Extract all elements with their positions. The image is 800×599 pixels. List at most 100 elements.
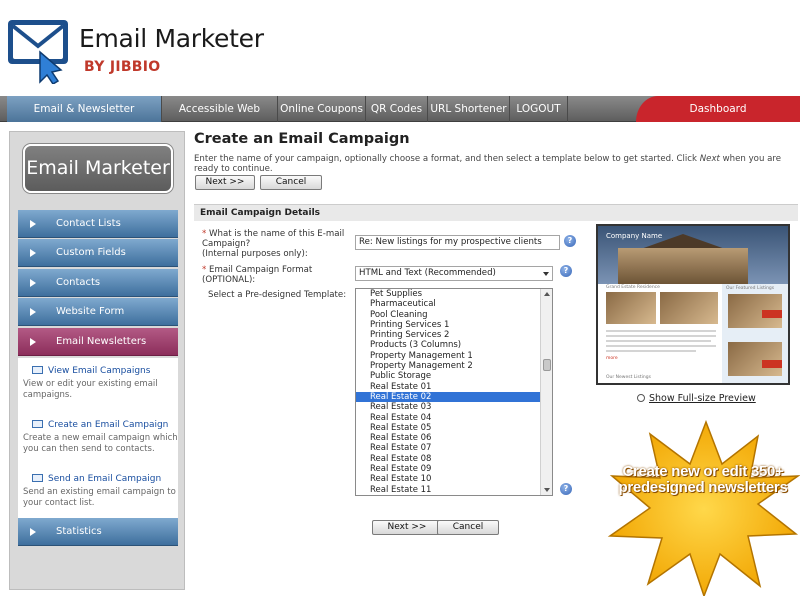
scroll-up-icon[interactable] <box>544 292 550 296</box>
arrow-right-icon <box>30 338 36 346</box>
nav-dashboard[interactable]: Dashboard <box>636 96 800 122</box>
brand-title: Email Marketer <box>79 24 264 53</box>
template-preview: Company Name Grand Estate Residence more… <box>596 224 790 385</box>
sidebar-item-contact-lists[interactable]: Contact Lists <box>18 210 178 238</box>
nav-accessible-web-forms[interactable]: Accessible Web Forms <box>162 96 278 141</box>
preview-photo <box>660 292 718 324</box>
sidebar-item-label: Statistics <box>56 526 102 537</box>
sidebar-item-contacts[interactable]: Contacts <box>18 269 178 297</box>
header: Email Marketer BY JIBBIO <box>0 0 800 95</box>
sidebar-item-label: Contact Lists <box>56 218 121 229</box>
view-email-campaigns-link[interactable]: View Email Campaigns <box>32 366 150 376</box>
nav-qr-codes[interactable]: QR Codes <box>366 96 428 122</box>
help-icon[interactable]: ? <box>560 483 572 495</box>
brand-subtitle: BY JIBBIO <box>84 59 161 75</box>
preview-text-line <box>606 340 711 342</box>
help-icon[interactable]: ? <box>560 265 572 277</box>
template-option[interactable]: Property Management 1 <box>356 351 552 361</box>
template-option[interactable]: Property Management 2 <box>356 361 552 371</box>
arrow-right-icon <box>30 528 36 536</box>
template-option[interactable]: Printing Services 2 <box>356 330 552 340</box>
sidebar: Email Marketer Contact Lists Custom Fiel… <box>9 131 185 590</box>
preview-text-line <box>606 335 716 337</box>
template-option[interactable]: Real Estate 07 <box>356 443 552 453</box>
envelope-send-icon <box>32 474 43 482</box>
arrow-right-icon <box>30 279 36 287</box>
magnifier-icon <box>637 394 645 402</box>
template-option[interactable]: Real Estate 09 <box>356 464 552 474</box>
preview-sold-badge <box>762 310 782 318</box>
promo-text: Create new or edit 350+ predesigned news… <box>618 463 788 496</box>
template-option[interactable]: Real Estate 04 <box>356 413 552 423</box>
nav-url-shortener[interactable]: URL Shortener <box>428 96 510 122</box>
show-full-size-preview-link[interactable]: Show Full-size Preview <box>637 393 756 404</box>
preview-house <box>618 248 748 284</box>
page-title: Create an Email Campaign <box>194 131 410 147</box>
preview-text-line <box>606 350 696 352</box>
sidebar-item-label: Email Newsletters <box>56 336 147 347</box>
template-option[interactable]: Real Estate 05 <box>356 423 552 433</box>
campaign-name-label: * What is the name of this E-mail Campai… <box>202 229 345 259</box>
campaign-name-input[interactable]: Re: New listings for my prospective clie… <box>355 235 560 250</box>
envelope-add-icon <box>32 420 43 428</box>
scroll-down-icon[interactable] <box>544 488 550 492</box>
arrow-right-icon <box>30 308 36 316</box>
preview-more: more <box>606 356 618 361</box>
details-heading: Email Campaign Details <box>194 205 798 221</box>
send-email-campaign-desc: Send an existing email campaign to your … <box>23 487 176 508</box>
starburst-shape <box>607 419 800 599</box>
template-option[interactable]: Real Estate 08 <box>356 454 552 464</box>
arrow-right-icon <box>30 249 36 257</box>
template-option[interactable]: Real Estate 02 <box>356 391 552 403</box>
template-option[interactable]: Real Estate 01 <box>356 382 552 392</box>
preview-photo <box>728 342 782 376</box>
sidebar-item-email-newsletters[interactable]: Email Newsletters <box>18 328 178 356</box>
preview-footer: Our Newest Listings <box>606 375 651 380</box>
template-option[interactable]: Products (3 Columns) <box>356 340 552 350</box>
sidebar-item-label: Contacts <box>56 277 101 288</box>
preview-text-line <box>606 330 716 332</box>
sidebar-item-custom-fields[interactable]: Custom Fields <box>18 239 178 267</box>
template-option[interactable]: Pet Supplies <box>356 289 552 299</box>
template-option[interactable]: Real Estate 10 <box>356 474 552 484</box>
promo-starburst: Create new or edit 350+ predesigned news… <box>606 419 800 599</box>
template-option[interactable]: Pool Cleaning <box>356 310 552 320</box>
email-newsletters-submenu: View Email Campaigns View or edit your e… <box>18 358 178 518</box>
cancel-button-bottom[interactable]: Cancel <box>437 520 499 535</box>
preview-caption: Our Featured Listings <box>726 286 775 291</box>
create-email-campaign-link[interactable]: Create an Email Campaign <box>32 420 168 430</box>
listbox-scrollbar[interactable] <box>540 289 552 495</box>
sidebar-item-website-form[interactable]: Website Form <box>18 298 178 326</box>
chevron-down-icon <box>543 272 549 276</box>
main-nav: Email & Newsletter Marketing Accessible … <box>0 96 800 141</box>
sidebar-logo: Email Marketer <box>23 144 173 193</box>
send-email-campaign-link[interactable]: Send an Email Campaign <box>32 474 161 484</box>
scroll-thumb[interactable] <box>543 359 551 371</box>
template-option[interactable]: Pharmaceutical <box>356 299 552 309</box>
template-label: Select a Pre-designed Template: <box>208 290 347 300</box>
nav-online-coupons[interactable]: Online Coupons <box>278 96 366 122</box>
template-option[interactable]: Printing Services 1 <box>356 320 552 330</box>
template-option[interactable]: Real Estate 11 <box>356 485 552 495</box>
sidebar-item-statistics[interactable]: Statistics <box>18 518 178 546</box>
next-button-bottom[interactable]: Next >> <box>372 520 442 535</box>
arrow-right-icon <box>30 220 36 228</box>
campaign-format-label: * Email Campaign Format (OPTIONAL): <box>202 265 313 285</box>
view-email-campaigns-desc: View or edit your existing email campaig… <box>23 379 158 400</box>
nav-logout[interactable]: LOGOUT <box>510 96 568 122</box>
template-option[interactable]: Real Estate 03 <box>356 402 552 412</box>
cancel-button-top[interactable]: Cancel <box>260 175 322 190</box>
template-option[interactable]: Real Estate 06 <box>356 433 552 443</box>
help-icon[interactable]: ? <box>564 235 576 247</box>
envelope-icon <box>32 366 43 374</box>
template-options: Pet Supplies Pharmaceutical Pool Cleaning P… <box>356 289 552 495</box>
create-email-campaign-desc: Create a new email campaign which you ca… <box>23 433 178 454</box>
template-option[interactable]: Public Storage <box>356 371 552 381</box>
campaign-format-select[interactable]: HTML and Text (Recommended) <box>355 266 553 281</box>
nav-email-newsletter-marketing[interactable]: Email & Newsletter Marketing <box>7 96 162 141</box>
next-button-top[interactable]: Next >> <box>195 175 255 190</box>
preview-headline: Grand Estate Residence <box>606 285 660 290</box>
template-listbox[interactable]: Pet Supplies Pharmaceutical Pool Cleaning P… <box>355 288 553 496</box>
preview-text-line <box>606 345 716 347</box>
envelope-logo-icon <box>8 20 68 84</box>
